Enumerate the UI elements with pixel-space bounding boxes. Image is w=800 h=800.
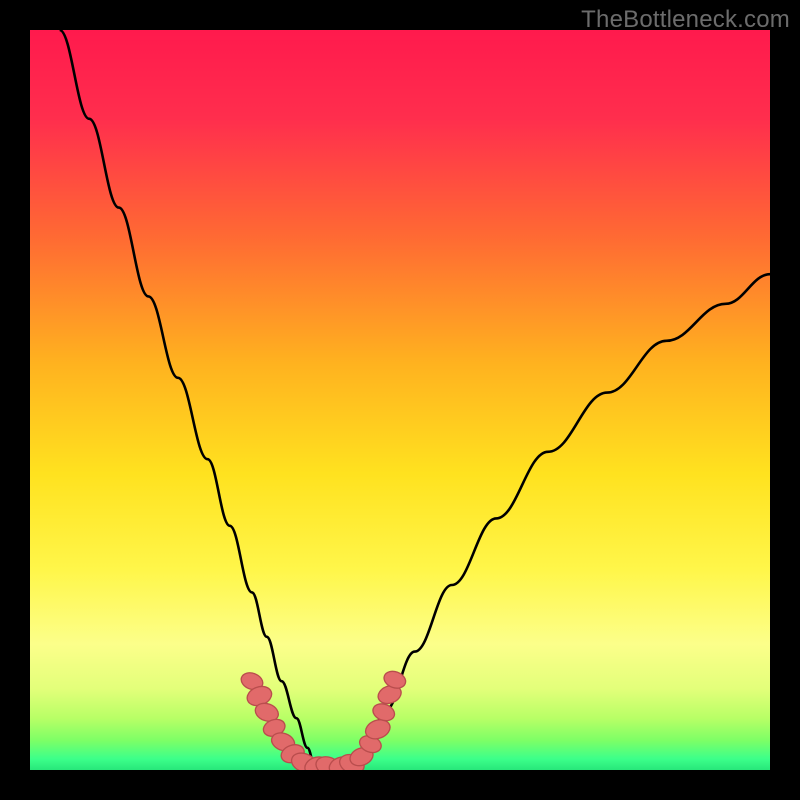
chain-layer: [30, 30, 770, 770]
chart-frame: TheBottleneck.com: [0, 0, 800, 800]
watermark-text: TheBottleneck.com: [581, 6, 790, 34]
plot-area: [30, 30, 770, 770]
